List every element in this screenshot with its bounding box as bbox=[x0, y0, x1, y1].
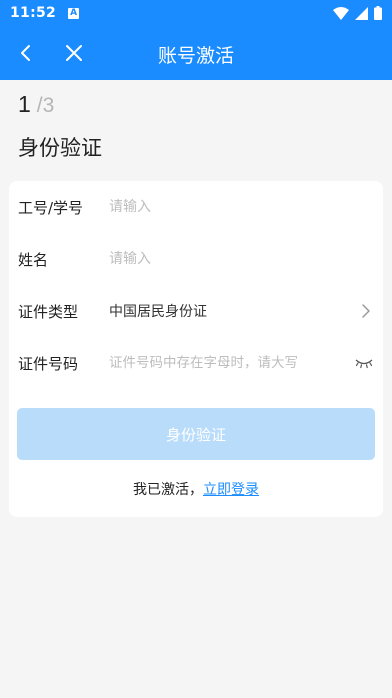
wifi-icon bbox=[333, 6, 349, 20]
login-prompt-text: 我已激活， bbox=[133, 482, 203, 498]
id-type-selector[interactable]: 证件类型 中国居民身份证 bbox=[9, 285, 383, 337]
signal-icon bbox=[355, 6, 368, 20]
id-number-label: 证件号码 bbox=[18, 354, 79, 373]
name-label: 姓名 bbox=[18, 250, 49, 269]
verify-identity-button[interactable]: 身份验证 bbox=[17, 408, 375, 460]
id-type-value: 中国居民身份证 bbox=[109, 304, 207, 320]
form-row-name: 姓名 bbox=[9, 233, 383, 285]
form-row-id-number: 证件号码 bbox=[9, 337, 383, 389]
status-bar: 11:52 A bbox=[0, 0, 392, 26]
chevron-right-icon bbox=[362, 304, 370, 318]
page-title: 身份验证 bbox=[18, 136, 102, 160]
name-input[interactable] bbox=[109, 244, 349, 274]
step-indicator: 1/3 bbox=[18, 91, 54, 118]
employee-id-label: 工号/学号 bbox=[18, 198, 84, 217]
id-number-input[interactable] bbox=[109, 348, 357, 378]
page-header-title: 账号激活 bbox=[157, 45, 234, 67]
form-row-employee-id: 工号/学号 bbox=[9, 181, 383, 233]
login-prompt: 我已激活，立即登录 bbox=[9, 479, 383, 499]
id-type-label: 证件类型 bbox=[18, 302, 79, 321]
eye-closed-icon[interactable] bbox=[355, 357, 373, 369]
employee-id-input[interactable] bbox=[109, 192, 349, 222]
verification-form-card: 工号/学号 姓名 证件类型 中国居民身份证 证件号码 身份验证 我已激活，立即登… bbox=[9, 181, 383, 517]
battery-icon bbox=[374, 6, 382, 20]
login-link[interactable]: 立即登录 bbox=[203, 482, 259, 498]
app-notification-icon: A bbox=[68, 7, 80, 19]
step-total: /3 bbox=[36, 94, 55, 117]
step-current: 1 bbox=[18, 91, 31, 117]
status-time: 11:52 bbox=[10, 5, 57, 21]
navigation-bar: 账号激活 bbox=[0, 26, 392, 80]
status-icons bbox=[333, 6, 382, 20]
